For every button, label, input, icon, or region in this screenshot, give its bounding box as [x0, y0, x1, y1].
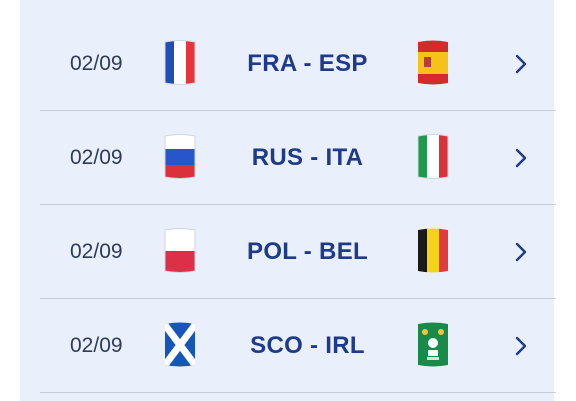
scotland-flag-icon [162, 321, 198, 369]
belgium-flag-icon [415, 227, 451, 275]
row-divider [40, 204, 556, 205]
chevron-right-icon[interactable] [510, 53, 532, 75]
chevron-right-icon[interactable] [510, 147, 532, 169]
match-list-panel: 02/09 FRA - ESP 02/09 RUS - ITA 02/09 PO… [20, 0, 556, 401]
ireland-rugby-crest-icon [415, 321, 451, 369]
match-row-fra-esp[interactable]: 02/09 FRA - ESP [40, 17, 556, 110]
chevron-right-icon[interactable] [510, 241, 532, 263]
match-row-rus-ita[interactable]: 02/09 RUS - ITA [40, 111, 556, 204]
russia-flag-icon [162, 133, 198, 181]
spain-flag-icon [415, 39, 451, 87]
match-row-pol-bel[interactable]: 02/09 POL - BEL [40, 205, 556, 298]
match-label: SCO - IRL [250, 332, 365, 359]
france-flag-icon [162, 39, 198, 87]
match-date: 02/09 [70, 52, 123, 75]
row-divider [40, 392, 556, 393]
row-divider [40, 298, 556, 299]
match-date: 02/09 [70, 334, 123, 357]
row-divider [40, 110, 556, 111]
match-label: POL - BEL [247, 238, 368, 265]
match-date: 02/09 [70, 146, 123, 169]
match-label: FRA - ESP [247, 50, 368, 77]
match-row-sco-irl[interactable]: 02/09 SCO - IRL [40, 299, 556, 392]
poland-flag-icon [162, 227, 198, 275]
chevron-right-icon[interactable] [510, 335, 532, 357]
match-label: RUS - ITA [251, 144, 364, 171]
italy-flag-icon [415, 133, 451, 181]
match-date: 02/09 [70, 240, 123, 263]
